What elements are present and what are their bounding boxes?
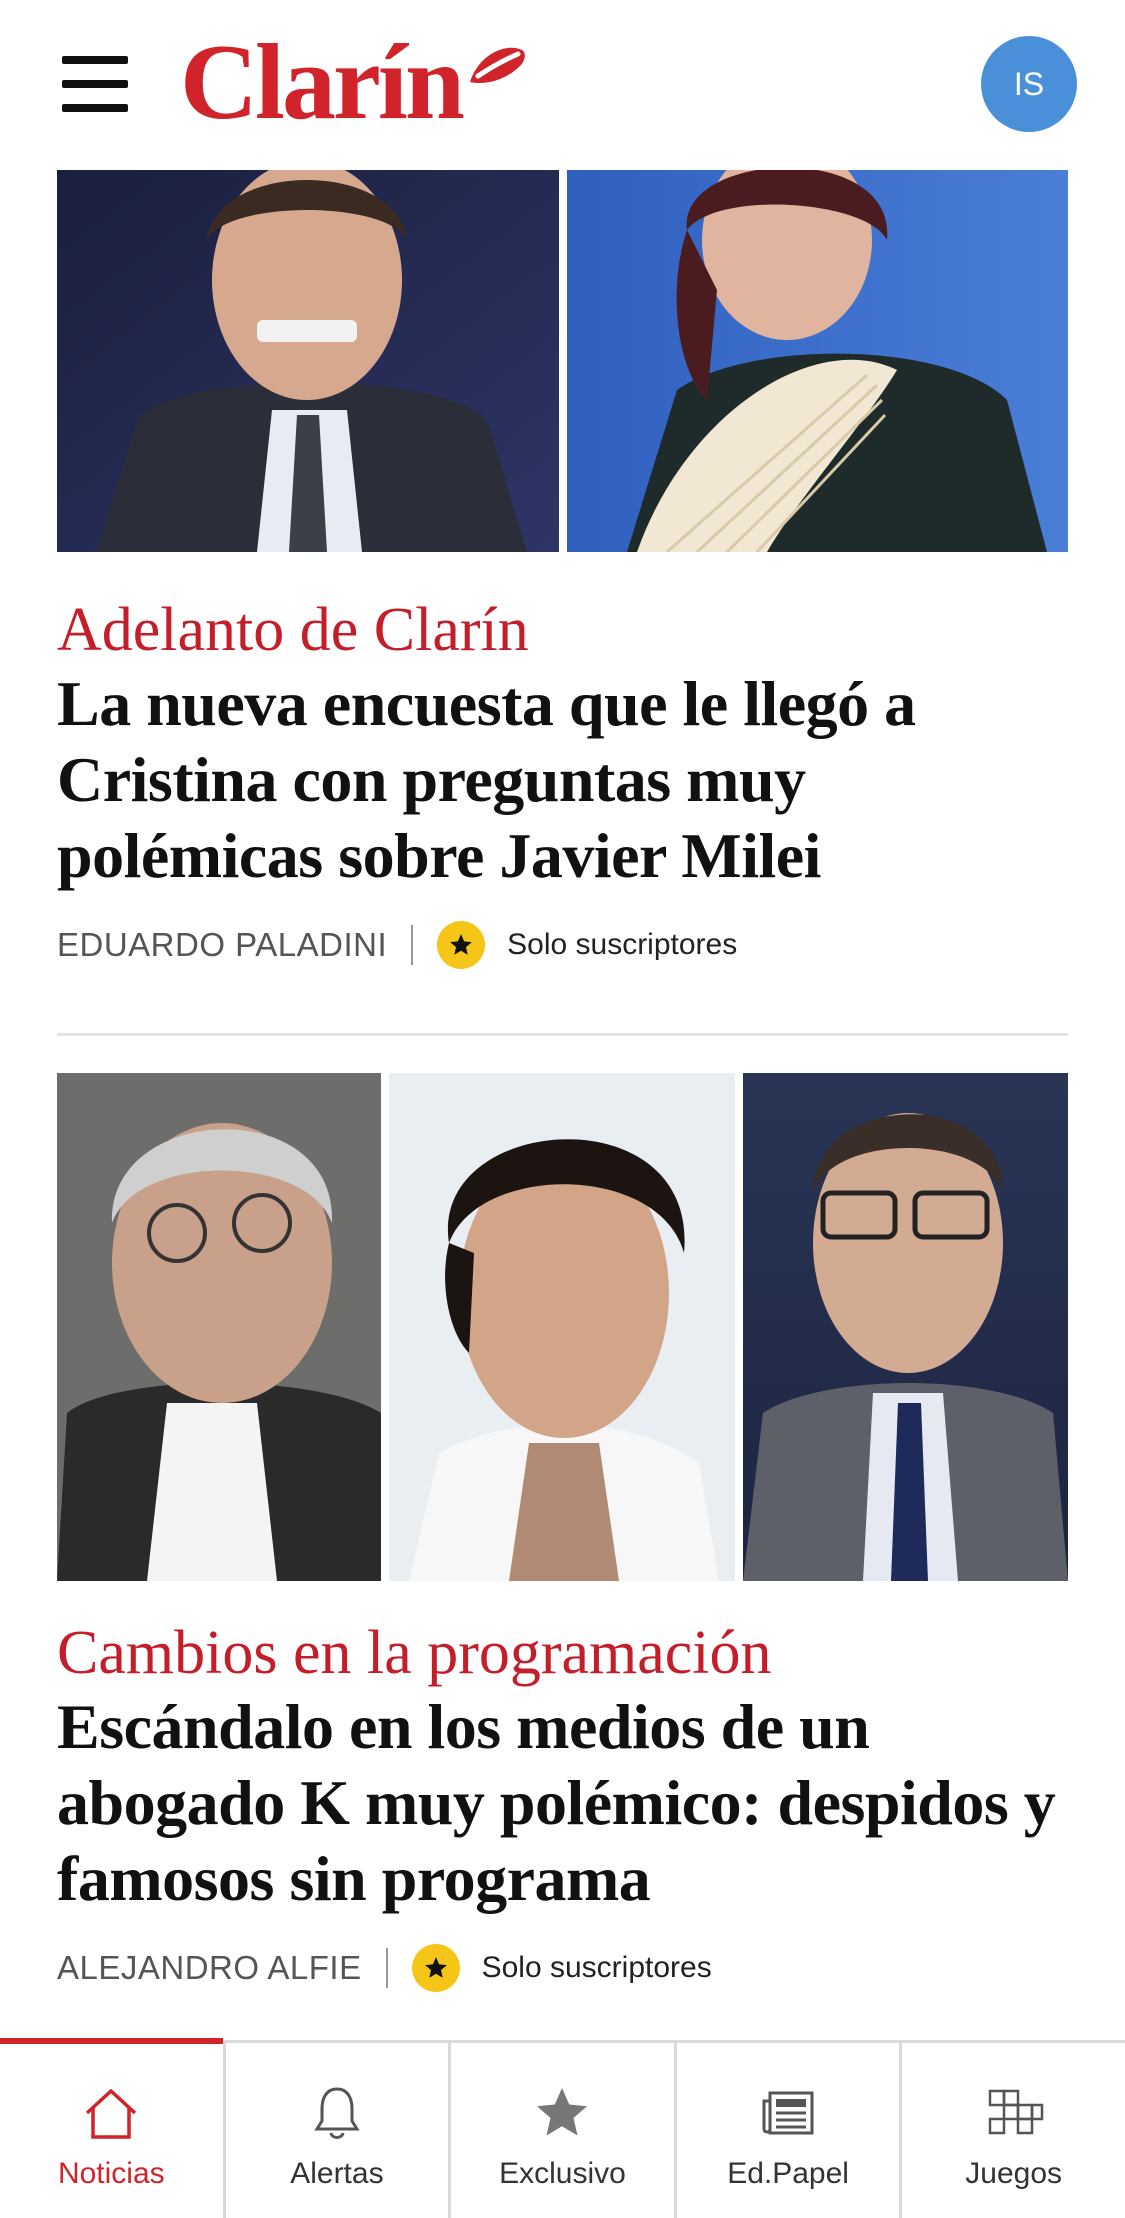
article-2-photo-right: [743, 1073, 1068, 1581]
article-1-images[interactable]: [57, 170, 1068, 552]
article-1-kicker[interactable]: Adelanto de Clarín: [57, 594, 1068, 666]
article-divider: [57, 1033, 1068, 1036]
meta-separator: [385, 1948, 388, 1988]
article-card-1[interactable]: Adelanto de Clarín La nueva encuesta que…: [57, 170, 1068, 970]
menu-icon[interactable]: [62, 56, 128, 112]
article-1-author[interactable]: EDUARDO PALADINI: [57, 926, 387, 964]
nav-label-exclusivo: Exclusivo: [499, 2157, 626, 2190]
subscriber-star-icon: [411, 1944, 460, 1992]
nav-label-ed-papel: Ed.Papel: [727, 2157, 849, 2190]
article-1-meta: EDUARDO PALADINI Solo suscriptores: [57, 920, 1068, 970]
nav-item-noticias[interactable]: Noticias: [0, 2038, 226, 2218]
article-2-headline[interactable]: Escándalo en los medios de un abogado K …: [57, 1689, 1068, 1917]
article-2-photo-left: [57, 1073, 381, 1581]
nav-label-noticias: Noticias: [57, 2157, 165, 2190]
article-2-images[interactable]: [57, 1073, 1068, 1581]
nav-item-juegos[interactable]: Juegos: [902, 2043, 1125, 2218]
nav-label-juegos: Juegos: [965, 2157, 1063, 2190]
bottom-nav: Noticias Alertas Exclusivo Ed.Papel Jueg…: [0, 2038, 1125, 2218]
newspaper-icon: [762, 2091, 814, 2135]
nav-label-alertas: Alertas: [290, 2157, 384, 2190]
star-icon: [537, 2088, 588, 2136]
article-2-kicker[interactable]: Cambios en la programación: [57, 1617, 1068, 1689]
article-2-author[interactable]: ALEJANDRO ALFIE: [57, 1949, 362, 1987]
meta-separator: [411, 925, 414, 965]
article-1-photo-right: [567, 170, 1068, 552]
article-1-headline[interactable]: La nueva encuesta que le llegó a Cristin…: [57, 666, 1068, 894]
app-header: Clarín IS: [0, 0, 1125, 170]
article-2-meta: ALEJANDRO ALFIE Solo suscriptores: [57, 1943, 1068, 1993]
subscriber-badge-label: Solo suscriptores: [507, 928, 738, 961]
bell-icon: [314, 2087, 360, 2139]
article-2-photo-center: [389, 1073, 735, 1581]
user-avatar[interactable]: IS: [981, 36, 1077, 132]
crossword-icon: [988, 2089, 1043, 2135]
subscriber-badge-label: Solo suscriptores: [481, 1951, 712, 1984]
logo-text: Clarín: [180, 23, 465, 142]
article-card-2[interactable]: Cambios en la programación Escándalo en …: [57, 1073, 1068, 1993]
house-icon: [86, 2089, 137, 2139]
subscriber-star-icon: [437, 921, 486, 969]
nav-item-ed-papel[interactable]: Ed.Papel: [677, 2043, 903, 2218]
nav-item-alertas[interactable]: Alertas: [226, 2043, 452, 2218]
article-1-photo-left: [57, 170, 559, 552]
nav-item-exclusivo[interactable]: Exclusivo: [451, 2043, 677, 2218]
logo-mark-icon: [470, 47, 525, 84]
clarin-logo[interactable]: Clarín: [180, 28, 528, 138]
